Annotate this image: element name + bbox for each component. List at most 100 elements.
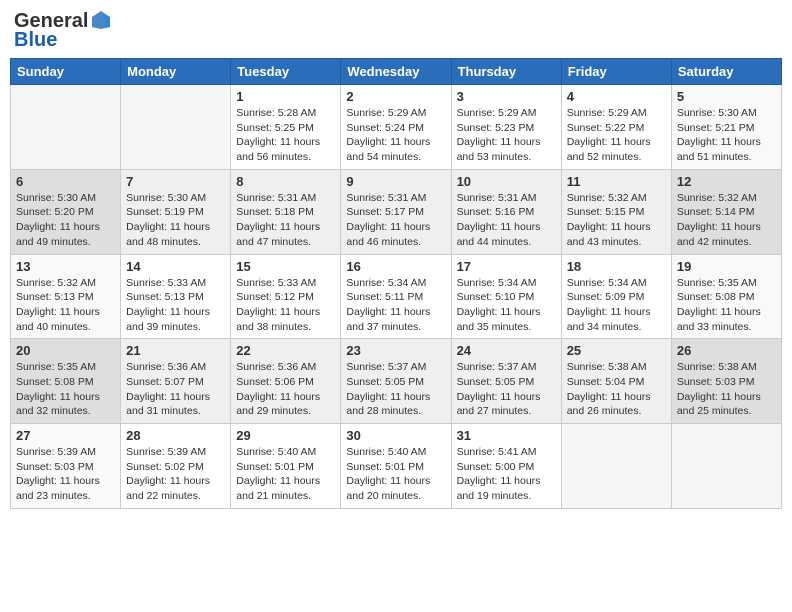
day-info: Sunrise: 5:38 AM Sunset: 5:03 PM Dayligh… (677, 360, 776, 419)
calendar-cell: 9 Sunrise: 5:31 AM Sunset: 5:17 PM Daylig… (341, 169, 451, 254)
day-info: Sunrise: 5:34 AM Sunset: 5:09 PM Dayligh… (567, 276, 666, 335)
day-info: Sunrise: 5:32 AM Sunset: 5:13 PM Dayligh… (16, 276, 115, 335)
calendar-cell: 25Sunrise: 5:38 AM Sunset: 5:04 PM Dayli… (561, 339, 671, 424)
weekday-header: Wednesday (341, 59, 451, 85)
weekday-header: Tuesday (231, 59, 341, 85)
day-info: Sunrise: 5:38 AM Sunset: 5:04 PM Dayligh… (567, 360, 666, 419)
weekday-header: Sunday (11, 59, 121, 85)
day-number: 24 (457, 343, 556, 358)
calendar-cell: 17 Sunrise: 5:34 AM Sunset: 5:10 PM Dayli… (451, 254, 561, 339)
calendar-cell: 14 Sunrise: 5:33 AM Sunset: 5:13 PM Dayli… (121, 254, 231, 339)
day-info: Sunrise: 5:30 AM Sunset: 5:20 PM Dayligh… (16, 191, 115, 250)
calendar-cell (671, 424, 781, 509)
day-info: Sunrise: 5:29 AM Sunset: 5:22 PM Dayligh… (567, 106, 666, 165)
logo-blue: Blue (14, 29, 57, 52)
page-header: General Blue (10, 10, 782, 52)
day-number: 27 (16, 428, 115, 443)
day-number: 20 (16, 343, 115, 358)
day-number: 7 (126, 174, 225, 189)
calendar-cell: 20 Sunrise: 5:35 AM Sunset: 5:08 PM Dayli… (11, 339, 121, 424)
day-number: 3 (457, 89, 556, 104)
day-info: Sunrise: 5:40 AM Sunset: 5:01 PM Dayligh… (346, 445, 445, 504)
day-info: Sunrise: 5:32 AM Sunset: 5:15 PM Dayligh… (567, 191, 666, 250)
weekday-header: Thursday (451, 59, 561, 85)
calendar-cell: 15 Sunrise: 5:33 AM Sunset: 5:12 PM Dayli… (231, 254, 341, 339)
day-number: 21 (126, 343, 225, 358)
calendar-cell: 28 Sunrise: 5:39 AM Sunset: 5:02 PM Dayli… (121, 424, 231, 509)
calendar-cell: 27 Sunrise: 5:39 AM Sunset: 5:03 PM Dayli… (11, 424, 121, 509)
day-number: 8 (236, 174, 335, 189)
day-info: Sunrise: 5:33 AM Sunset: 5:13 PM Dayligh… (126, 276, 225, 335)
calendar-cell (11, 85, 121, 170)
calendar-week-row: 27 Sunrise: 5:39 AM Sunset: 5:03 PM Dayli… (11, 424, 782, 509)
calendar-cell: 21 Sunrise: 5:36 AM Sunset: 5:07 PM Dayli… (121, 339, 231, 424)
calendar-cell: 22 Sunrise: 5:36 AM Sunset: 5:06 PM Dayli… (231, 339, 341, 424)
day-info: Sunrise: 5:30 AM Sunset: 5:19 PM Dayligh… (126, 191, 225, 250)
weekday-header-row: SundayMondayTuesdayWednesdayThursdayFrid… (11, 59, 782, 85)
day-number: 13 (16, 259, 115, 274)
day-info: Sunrise: 5:29 AM Sunset: 5:24 PM Dayligh… (346, 106, 445, 165)
day-number: 30 (346, 428, 445, 443)
day-number: 22 (236, 343, 335, 358)
day-number: 12 (677, 174, 776, 189)
day-number: 19 (677, 259, 776, 274)
calendar-cell: 2 Sunrise: 5:29 AM Sunset: 5:24 PM Daylig… (341, 85, 451, 170)
calendar-cell: 5Sunrise: 5:30 AM Sunset: 5:21 PM Daylig… (671, 85, 781, 170)
day-number: 31 (457, 428, 556, 443)
weekday-header: Monday (121, 59, 231, 85)
day-info: Sunrise: 5:34 AM Sunset: 5:10 PM Dayligh… (457, 276, 556, 335)
calendar-cell (561, 424, 671, 509)
calendar-cell: 4 Sunrise: 5:29 AM Sunset: 5:22 PM Daylig… (561, 85, 671, 170)
day-info: Sunrise: 5:40 AM Sunset: 5:01 PM Dayligh… (236, 445, 335, 504)
calendar-cell: 1Sunrise: 5:28 AM Sunset: 5:25 PM Daylig… (231, 85, 341, 170)
day-info: Sunrise: 5:35 AM Sunset: 5:08 PM Dayligh… (16, 360, 115, 419)
calendar-cell: 16Sunrise: 5:34 AM Sunset: 5:11 PM Dayli… (341, 254, 451, 339)
calendar-cell: 19 Sunrise: 5:35 AM Sunset: 5:08 PM Dayli… (671, 254, 781, 339)
day-number: 9 (346, 174, 445, 189)
day-number: 18 (567, 259, 666, 274)
day-number: 26 (677, 343, 776, 358)
day-number: 15 (236, 259, 335, 274)
calendar-cell: 3 Sunrise: 5:29 AM Sunset: 5:23 PM Daylig… (451, 85, 561, 170)
calendar-cell: 23 Sunrise: 5:37 AM Sunset: 5:05 PM Dayli… (341, 339, 451, 424)
calendar-cell: 13 Sunrise: 5:32 AM Sunset: 5:13 PM Dayli… (11, 254, 121, 339)
day-info: Sunrise: 5:37 AM Sunset: 5:05 PM Dayligh… (346, 360, 445, 419)
day-info: Sunrise: 5:37 AM Sunset: 5:05 PM Dayligh… (457, 360, 556, 419)
calendar-cell: 7 Sunrise: 5:30 AM Sunset: 5:19 PM Daylig… (121, 169, 231, 254)
day-number: 28 (126, 428, 225, 443)
day-info: Sunrise: 5:33 AM Sunset: 5:12 PM Dayligh… (236, 276, 335, 335)
calendar-cell: 18 Sunrise: 5:34 AM Sunset: 5:09 PM Dayli… (561, 254, 671, 339)
calendar-week-row: 6 Sunrise: 5:30 AM Sunset: 5:20 PM Daylig… (11, 169, 782, 254)
day-info: Sunrise: 5:36 AM Sunset: 5:07 PM Dayligh… (126, 360, 225, 419)
day-info: Sunrise: 5:30 AM Sunset: 5:21 PM Dayligh… (677, 106, 776, 165)
calendar-cell: 10Sunrise: 5:31 AM Sunset: 5:16 PM Dayli… (451, 169, 561, 254)
day-info: Sunrise: 5:35 AM Sunset: 5:08 PM Dayligh… (677, 276, 776, 335)
day-info: Sunrise: 5:32 AM Sunset: 5:14 PM Dayligh… (677, 191, 776, 250)
day-number: 11 (567, 174, 666, 189)
calendar-table: SundayMondayTuesdayWednesdayThursdayFrid… (10, 58, 782, 509)
weekday-header: Saturday (671, 59, 781, 85)
day-info: Sunrise: 5:39 AM Sunset: 5:03 PM Dayligh… (16, 445, 115, 504)
day-info: Sunrise: 5:39 AM Sunset: 5:02 PM Dayligh… (126, 445, 225, 504)
day-info: Sunrise: 5:36 AM Sunset: 5:06 PM Dayligh… (236, 360, 335, 419)
calendar-cell: 8 Sunrise: 5:31 AM Sunset: 5:18 PM Daylig… (231, 169, 341, 254)
day-info: Sunrise: 5:31 AM Sunset: 5:17 PM Dayligh… (346, 191, 445, 250)
calendar-cell: 12 Sunrise: 5:32 AM Sunset: 5:14 PM Dayli… (671, 169, 781, 254)
day-info: Sunrise: 5:31 AM Sunset: 5:16 PM Dayligh… (457, 191, 556, 250)
day-number: 23 (346, 343, 445, 358)
day-info: Sunrise: 5:34 AM Sunset: 5:11 PM Dayligh… (346, 276, 445, 335)
calendar-cell: 30 Sunrise: 5:40 AM Sunset: 5:01 PM Dayli… (341, 424, 451, 509)
day-info: Sunrise: 5:31 AM Sunset: 5:18 PM Dayligh… (236, 191, 335, 250)
calendar-cell (121, 85, 231, 170)
day-number: 14 (126, 259, 225, 274)
day-number: 2 (346, 89, 445, 104)
day-number: 4 (567, 89, 666, 104)
calendar-cell: 11 Sunrise: 5:32 AM Sunset: 5:15 PM Dayli… (561, 169, 671, 254)
day-number: 6 (16, 174, 115, 189)
calendar-cell: 31Sunrise: 5:41 AM Sunset: 5:00 PM Dayli… (451, 424, 561, 509)
calendar-cell: 24 Sunrise: 5:37 AM Sunset: 5:05 PM Dayli… (451, 339, 561, 424)
calendar-cell: 26 Sunrise: 5:38 AM Sunset: 5:03 PM Dayli… (671, 339, 781, 424)
calendar-week-row: 20 Sunrise: 5:35 AM Sunset: 5:08 PM Dayli… (11, 339, 782, 424)
day-number: 17 (457, 259, 556, 274)
day-info: Sunrise: 5:29 AM Sunset: 5:23 PM Dayligh… (457, 106, 556, 165)
